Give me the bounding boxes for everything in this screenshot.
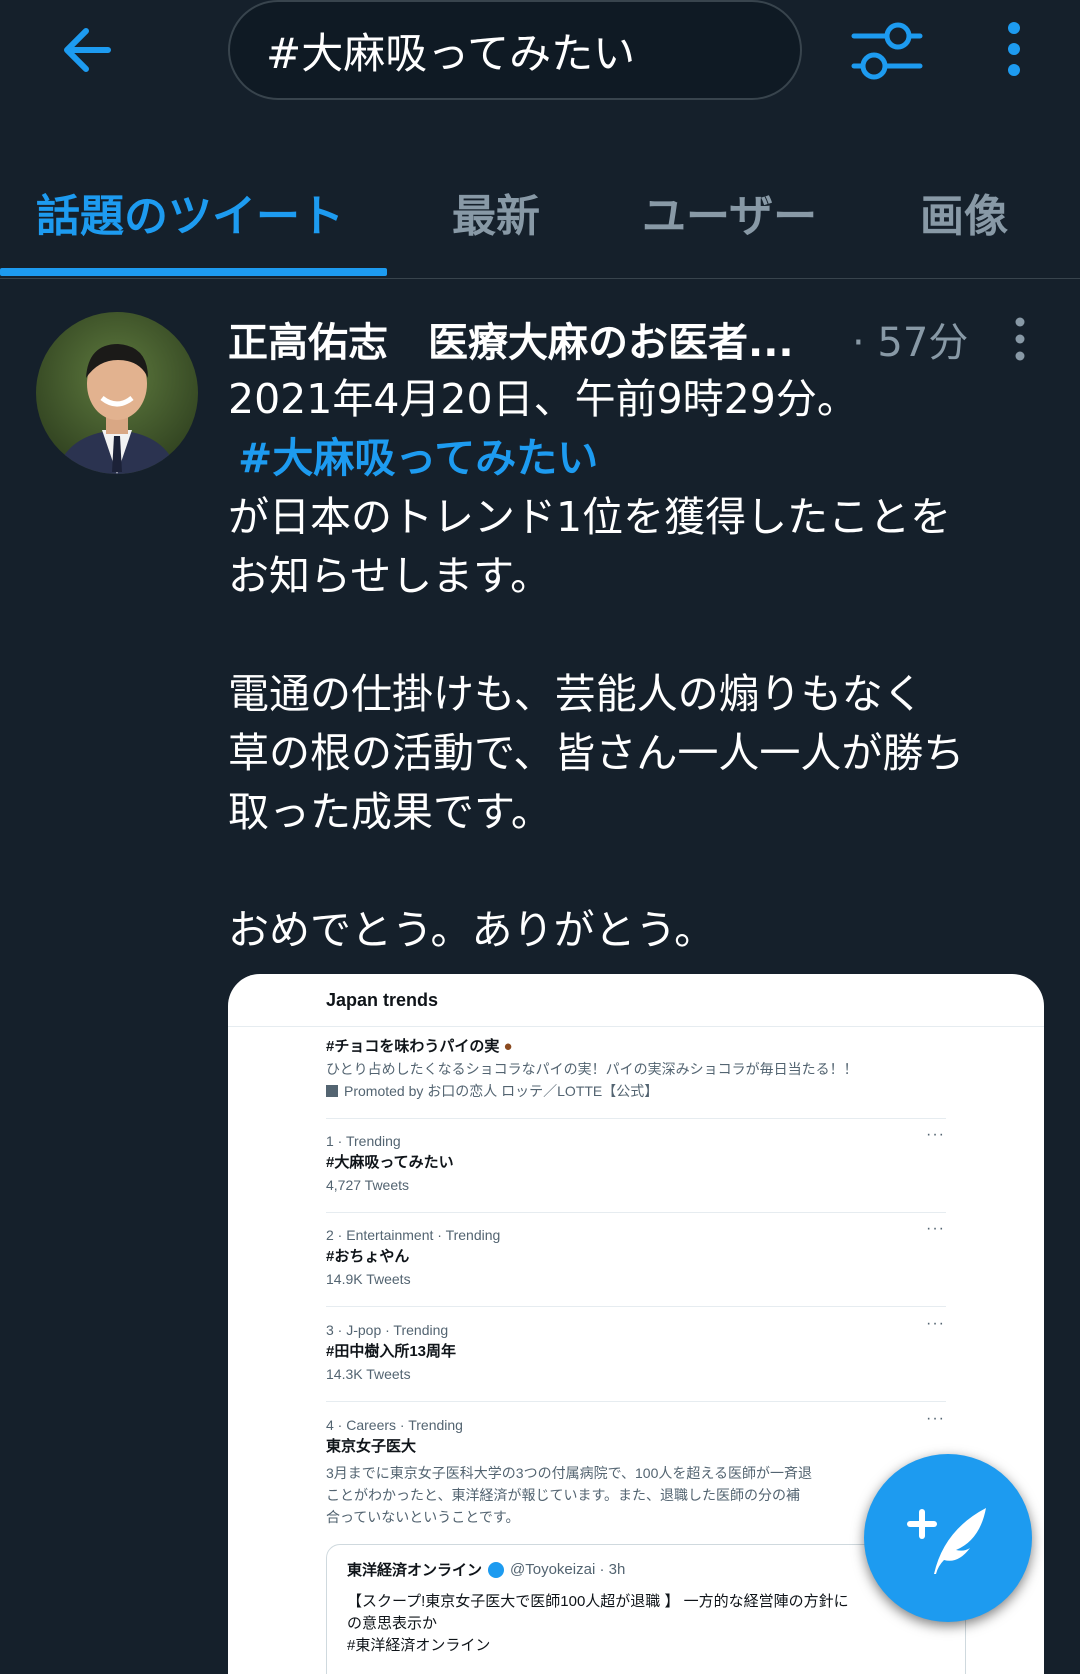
- arrow-left-icon: [64, 28, 111, 72]
- trend-item: 3 · J-pop · Trending #田中樹入所13周年 14.3K Tw…: [326, 1319, 946, 1385]
- trend-item: 4 · Careers · Trending 東京女子医大 3月までに東京女子医…: [326, 1414, 946, 1528]
- tweet-hashtag-link[interactable]: #大麻吸ってみたい: [238, 429, 598, 488]
- search-query: #大麻吸ってみたい: [266, 28, 636, 78]
- trend-desc-line: 合っていないということです。: [326, 1509, 520, 1525]
- trend-item: 2 · Entertainment · Trending #おちょやん 14.9…: [326, 1224, 946, 1290]
- more-horizontal-icon: ···: [926, 1220, 945, 1237]
- avatar[interactable]: [36, 312, 198, 474]
- trend-meta: 2 · Entertainment · Trending: [326, 1227, 501, 1243]
- tweet-text-line: 取った成果です。: [228, 788, 552, 836]
- embedded-tweet-text: 【スクープ!東京女子医大で医師100人超が退職 】 一方的な経営陣の方針に の意…: [347, 1593, 849, 1654]
- trend-tag: 東京女子医大: [326, 1438, 417, 1455]
- search-input[interactable]: #大麻吸ってみたい: [228, 0, 802, 100]
- divider: [326, 1401, 946, 1402]
- trend-tag: #大麻吸ってみたい: [326, 1154, 454, 1171]
- chocolate-icon: ●: [503, 1038, 513, 1055]
- trend-desc-line: ことがわかったと、東洋経済が報じています。また、退職した医師の分の補: [326, 1487, 801, 1503]
- tweet-text-line: 2021年4月20日、午前9時29分。: [228, 375, 858, 423]
- tweet-text-line: が日本のトレンド1位を獲得したことを: [228, 493, 952, 541]
- media-header: Japan trends: [228, 974, 1044, 1027]
- top-bar: #大麻吸ってみたい: [0, 0, 1080, 110]
- tweet-text-line: 電通の仕掛けも、芸能人の煽りもなく: [228, 670, 924, 718]
- trend-meta: 3 · J-pop · Trending: [326, 1322, 449, 1338]
- tab-latest[interactable]: 最新: [452, 180, 540, 244]
- divider: [326, 1306, 946, 1307]
- promoted-by: Promoted by お口の恋人 ロッテ／LOTTE【公式】: [326, 1080, 946, 1102]
- active-tab-indicator: [0, 268, 387, 276]
- more-horizontal-icon: ···: [926, 1126, 945, 1143]
- back-button[interactable]: [50, 18, 122, 82]
- tweet-text-line: お知らせします。: [228, 552, 552, 600]
- verified-icon: [488, 1561, 505, 1578]
- divider: [326, 1212, 946, 1213]
- tab-top[interactable]: 話題のツイート: [36, 180, 344, 244]
- more-horizontal-icon: ···: [926, 1410, 945, 1427]
- tweet-more-button[interactable]: [1008, 314, 1032, 364]
- trend-meta: 1 · Trending: [326, 1133, 401, 1149]
- tweet-timestamp: · 57分: [852, 320, 969, 366]
- tweet-text-line: 草の根の活動で、皆さん一人一人が勝ち: [228, 729, 965, 777]
- tweet[interactable]: 正高佑志 医療大麻のお医者... · 57分 2021年4月20日、午前9時29…: [0, 280, 1080, 1674]
- trend-tag: #おちょやん: [326, 1248, 410, 1265]
- tab-photos[interactable]: 画像: [920, 180, 1008, 244]
- tweet-text: 2021年4月20日、午前9時29分。 #大麻吸ってみたい が日本のトレンド1位…: [228, 370, 1058, 960]
- trend-count: 14.3K Tweets: [326, 1366, 411, 1382]
- trend-desc-line: 3月までに東京女子医科大学の3つの付属病院で、100人を超える医師が一斉退: [326, 1465, 812, 1481]
- tab-people[interactable]: ユーザー: [642, 180, 817, 244]
- trend-count: 4,727 Tweets: [326, 1177, 410, 1193]
- divider: [326, 1118, 946, 1119]
- trend-tag: #田中樹入所13周年: [326, 1343, 457, 1360]
- more-vertical-icon: [1008, 22, 1020, 76]
- more-horizontal-icon: ···: [926, 1315, 945, 1332]
- trend-meta: 4 · Careers · Trending: [326, 1417, 463, 1433]
- more-vertical-icon: [1015, 317, 1025, 361]
- search-filter-button[interactable]: [850, 16, 924, 86]
- embedded-tweet-author: 東洋経済オンライン @Toyokeizai · 3h: [347, 1561, 626, 1579]
- compose-tweet-icon: [907, 1508, 986, 1574]
- trend-item: 1 · Trending #大麻吸ってみたい 4,727 Tweets: [326, 1130, 946, 1196]
- promoted-trend: #チョコを味わうパイの実 ● ひとり占めしたくなるショコラなパイの実！パイの実深…: [326, 1036, 946, 1102]
- compose-tweet-button[interactable]: [864, 1454, 1032, 1622]
- more-options-button[interactable]: [990, 16, 1038, 86]
- tweet-author-name[interactable]: 正高佑志 医療大麻のお医者...: [228, 310, 794, 368]
- search-tabs: 話題のツイート 最新 ユーザー 画像: [0, 160, 1080, 279]
- promoted-icon: [326, 1085, 338, 1097]
- promoted-desc: ひとり占めしたくなるショコラなパイの実！パイの実深みショコラが毎日当たる！！: [326, 1061, 858, 1077]
- tweet-text-line: おめでとう。ありがとう。: [228, 906, 716, 954]
- trend-count: 14.9K Tweets: [326, 1271, 411, 1287]
- media-title: Japan trends: [326, 990, 439, 1010]
- sliders-icon: [851, 22, 923, 80]
- promoted-tag: #チョコを味わうパイの実 ●: [326, 1038, 513, 1055]
